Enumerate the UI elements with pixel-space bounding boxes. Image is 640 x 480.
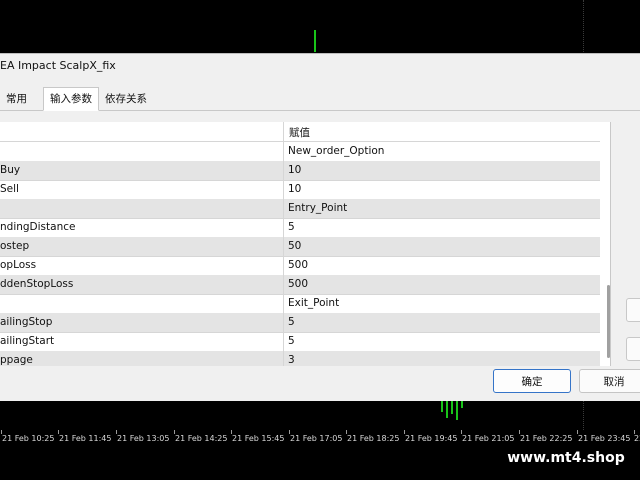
- param-name: ostep: [0, 240, 30, 252]
- table-row[interactable]: Exit_Point: [0, 294, 600, 314]
- param-value[interactable]: 50: [288, 240, 301, 252]
- column-separator: [283, 161, 284, 180]
- table-row[interactable]: ailingStop 5: [0, 313, 600, 333]
- chart-candle: [446, 400, 448, 418]
- time-label: 21 Feb 13:05: [117, 434, 170, 443]
- tab-label: 输入参数: [50, 93, 92, 105]
- expert-properties-dialog: EA Impact ScalpX_fix 常用 输入参数 依存关系 赋值 New…: [0, 53, 640, 401]
- table-row[interactable]: New_order_Option: [0, 142, 600, 162]
- param-value[interactable]: 500: [288, 278, 308, 290]
- tab-inputs[interactable]: 输入参数: [43, 87, 99, 111]
- param-name: ppage: [0, 354, 33, 366]
- tab-label: 依存关系: [105, 93, 147, 105]
- chart-candle: [461, 400, 463, 408]
- param-name: Buy: [0, 164, 21, 176]
- column-separator: [283, 294, 284, 313]
- param-name: ndingDistance: [0, 221, 76, 233]
- param-name: ddenStopLoss: [0, 278, 74, 290]
- column-separator: [283, 256, 284, 275]
- tab-bar: 常用 输入参数 依存关系: [0, 87, 640, 111]
- time-label: 21 Feb 18:25: [347, 434, 400, 443]
- inputs-table: 赋值 New_order_Option Buy 10 Sell 10 Entry…: [0, 122, 611, 366]
- table-row[interactable]: opLoss 500: [0, 256, 600, 276]
- table-row[interactable]: Entry_Point: [0, 199, 600, 219]
- time-label: 21 Feb 19:45: [405, 434, 458, 443]
- param-value[interactable]: 10: [288, 164, 301, 176]
- column-separator: [283, 237, 284, 256]
- table-header: 赋值: [0, 122, 600, 142]
- column-separator: [283, 275, 284, 294]
- time-label: 22: [634, 434, 640, 443]
- table-row[interactable]: ostep 50: [0, 237, 600, 257]
- column-separator: [283, 199, 284, 218]
- time-label: 21 Feb 23:45: [578, 434, 631, 443]
- param-value[interactable]: 3: [288, 354, 295, 366]
- param-value[interactable]: New_order_Option: [288, 145, 384, 157]
- tab-common[interactable]: 常用: [0, 88, 42, 110]
- column-separator: [283, 351, 284, 366]
- param-name: opLoss: [0, 259, 37, 271]
- param-value[interactable]: 5: [288, 316, 295, 328]
- param-name: Sell: [0, 183, 19, 195]
- param-value[interactable]: 10: [288, 183, 301, 195]
- param-name: ailingStart: [0, 335, 55, 347]
- param-value[interactable]: Entry_Point: [288, 202, 347, 214]
- column-separator: [283, 142, 284, 161]
- param-name: ailingStop: [0, 316, 53, 328]
- param-value[interactable]: 5: [288, 335, 295, 347]
- time-label: 21 Feb 11:45: [59, 434, 112, 443]
- column-separator: [283, 313, 284, 332]
- chart-candle: [441, 400, 443, 412]
- time-label: 21 Feb 22:25: [520, 434, 573, 443]
- param-value[interactable]: 500: [288, 259, 308, 271]
- table-row[interactable]: Buy 10: [0, 161, 600, 181]
- table-row[interactable]: ndingDistance 5: [0, 218, 600, 238]
- chart-candle: [451, 400, 453, 414]
- time-label: 21 Feb 17:05: [290, 434, 343, 443]
- chart-candle: [314, 30, 316, 52]
- time-label: 21 Feb 21:05: [462, 434, 515, 443]
- column-separator: [283, 180, 284, 199]
- param-value[interactable]: Exit_Point: [288, 297, 339, 309]
- table-row[interactable]: ddenStopLoss 500: [0, 275, 600, 295]
- param-value[interactable]: 5: [288, 221, 295, 233]
- cancel-button[interactable]: 取消: [579, 369, 640, 393]
- time-label: 21 Feb 10:25: [2, 434, 55, 443]
- table-row[interactable]: ailingStart 5: [0, 332, 600, 352]
- side-button[interactable]: [626, 298, 640, 322]
- time-label: 21 Feb 15:45: [232, 434, 285, 443]
- ok-button[interactable]: 确定: [493, 369, 571, 393]
- column-separator: [283, 218, 284, 237]
- side-button[interactable]: [626, 337, 640, 361]
- chart-candle: [456, 400, 458, 420]
- tab-dependencies[interactable]: 依存关系: [99, 88, 155, 110]
- watermark: www.mt4.shop: [496, 446, 636, 470]
- table-row[interactable]: Sell 10: [0, 180, 600, 200]
- variable-column-header[interactable]: [0, 122, 284, 141]
- value-column-header[interactable]: 赋值: [289, 125, 310, 140]
- column-separator: [283, 332, 284, 351]
- time-label: 21 Feb 14:25: [175, 434, 228, 443]
- table-row[interactable]: ppage 3: [0, 351, 600, 366]
- dialog-title: EA Impact ScalpX_fix: [0, 59, 116, 72]
- tab-label: 常用: [6, 93, 27, 105]
- scrollbar-thumb[interactable]: [607, 285, 610, 358]
